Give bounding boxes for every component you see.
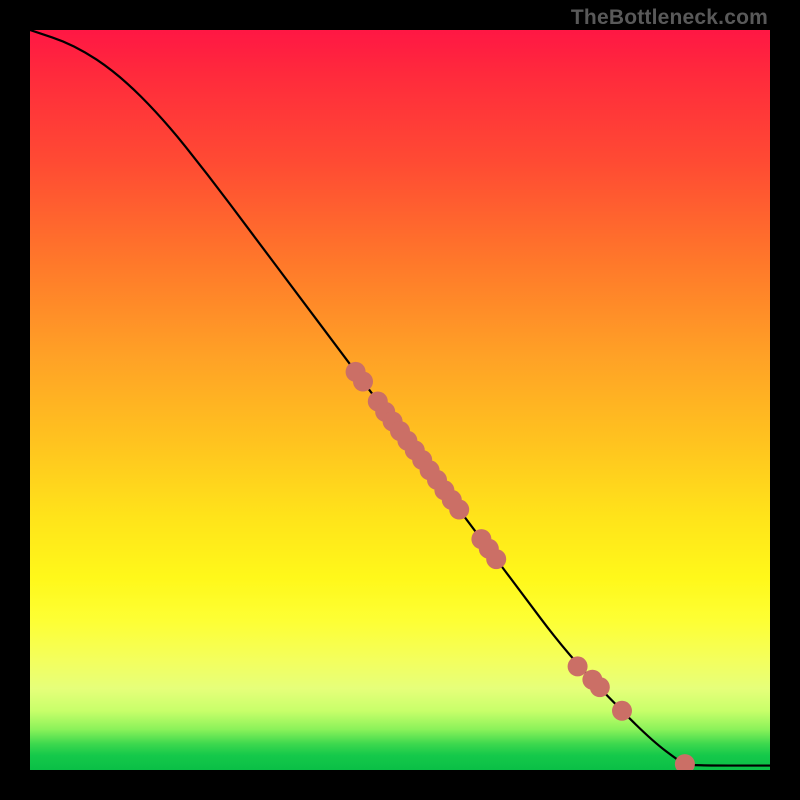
curve-line xyxy=(30,30,770,766)
chart-svg xyxy=(30,30,770,770)
data-point xyxy=(590,677,610,697)
plot-area xyxy=(30,30,770,770)
data-point xyxy=(449,500,469,520)
data-point xyxy=(568,656,588,676)
data-point xyxy=(353,372,373,392)
data-points xyxy=(346,362,695,770)
data-point xyxy=(675,754,695,770)
watermark-text: TheBottleneck.com xyxy=(571,6,768,30)
data-point xyxy=(486,549,506,569)
data-point xyxy=(612,701,632,721)
